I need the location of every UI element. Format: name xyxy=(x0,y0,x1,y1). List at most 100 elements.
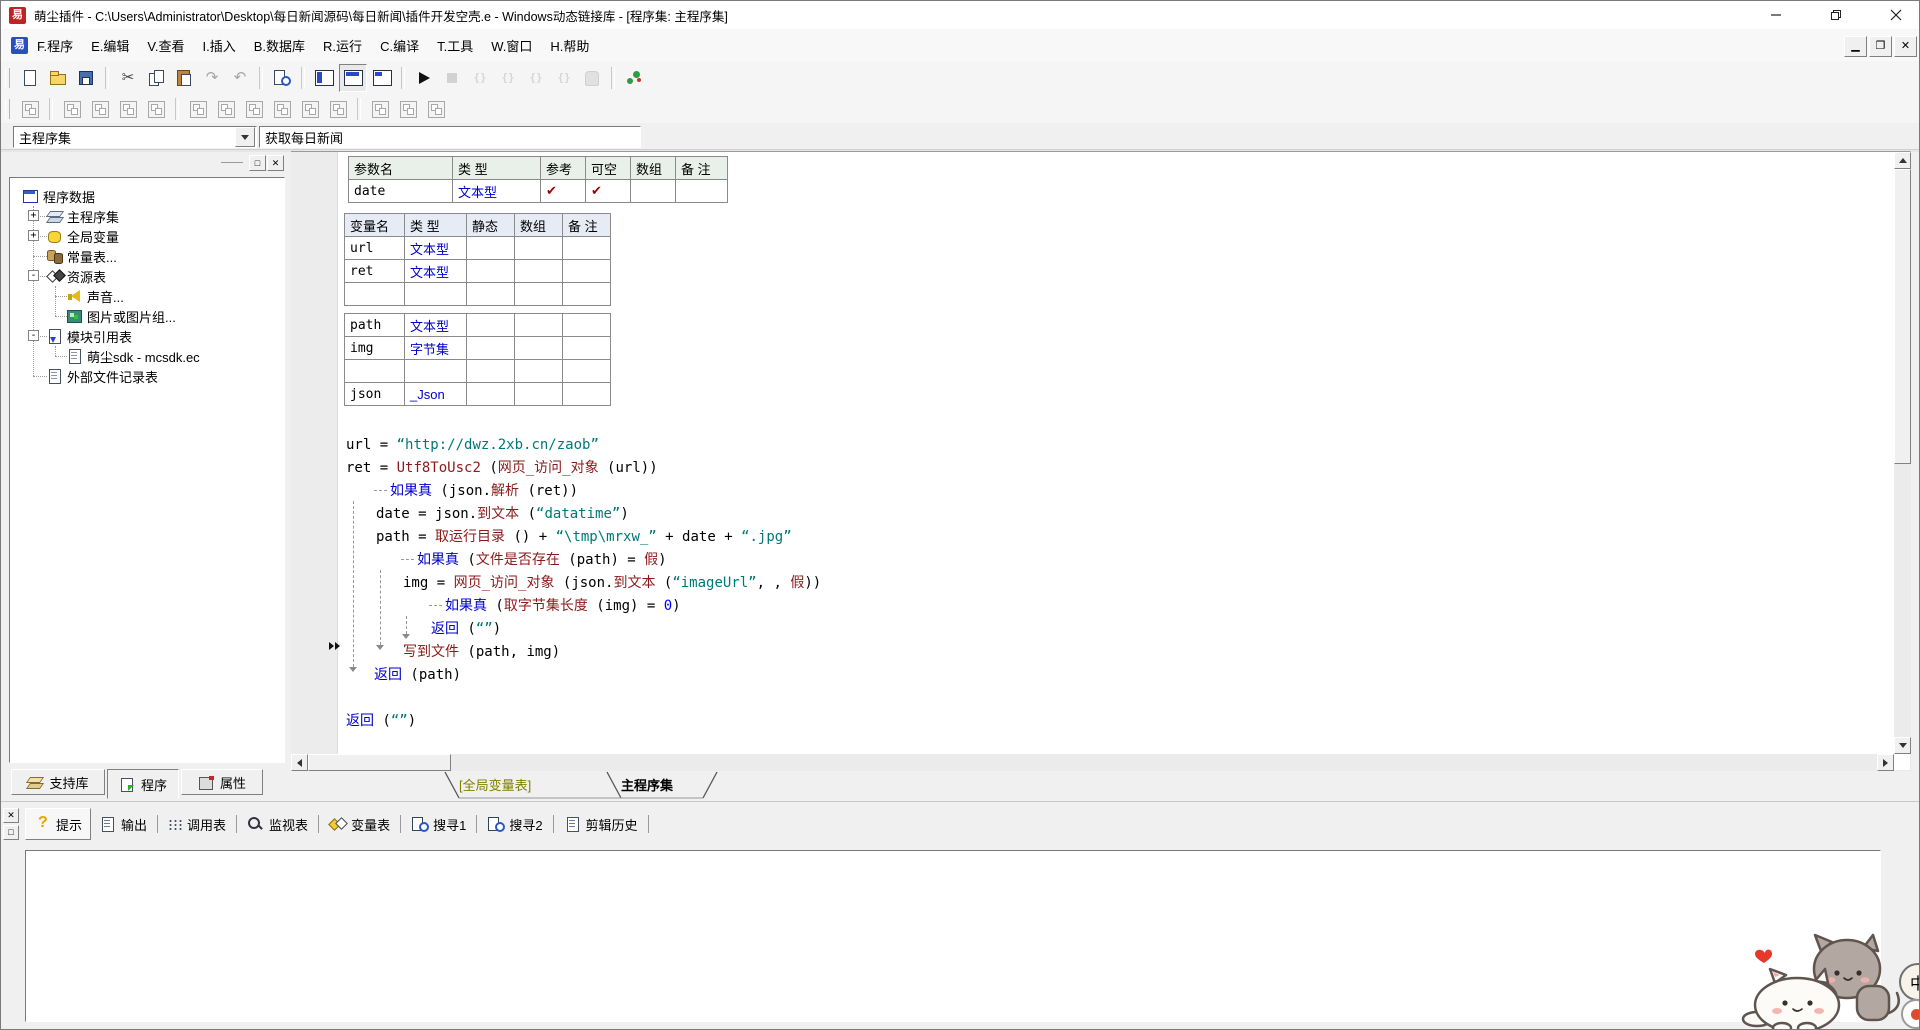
table-cell[interactable] xyxy=(563,260,611,283)
table-cell[interactable] xyxy=(631,180,676,203)
table-cell[interactable] xyxy=(345,283,405,306)
dock-tab-变量表[interactable]: 变量表 xyxy=(321,811,398,837)
code-line-2[interactable]: ret = Utf8ToUsc2 (网页_访问_对象 (url)) xyxy=(346,457,658,480)
table-cell[interactable] xyxy=(515,237,563,260)
table-cell[interactable]: ✔ xyxy=(586,180,631,203)
menu-B.数据库[interactable]: B.数据库 xyxy=(245,36,314,57)
table-cell[interactable] xyxy=(467,237,515,260)
dock-tab-监视表[interactable]: 监视表 xyxy=(239,811,316,837)
tab-properties[interactable]: 属性 xyxy=(181,769,263,795)
project-tree[interactable]: 程序数据+主程序集+全局变量常量表...-资源表声音...图片或图片组...-模… xyxy=(9,177,285,763)
table-cell[interactable]: ✔ xyxy=(541,180,586,203)
open-file-button[interactable] xyxy=(45,65,71,91)
table-cell[interactable] xyxy=(405,360,467,383)
code-line-9[interactable]: 返回 (“”) xyxy=(431,618,501,641)
menu-E.编辑[interactable]: E.编辑 xyxy=(82,36,138,57)
scroll-up-button[interactable] xyxy=(1894,152,1911,169)
find-button[interactable] xyxy=(269,65,295,91)
table-cell[interactable] xyxy=(467,383,515,406)
code-line-3[interactable]: 如果真 (json.解析 (ret)) xyxy=(374,480,578,503)
menu-F.程序[interactable]: F.程序 xyxy=(28,36,82,57)
table-cell[interactable]: 文本型 xyxy=(405,237,467,260)
table-cell[interactable] xyxy=(405,283,467,306)
code-line-5[interactable]: path = 取运行目录 () + “\tmp\mrxw_” + date + … xyxy=(376,526,792,549)
table-cell[interactable] xyxy=(515,314,563,337)
menu-T.工具[interactable]: T.工具 xyxy=(428,36,482,57)
dock-tab-搜寻2[interactable]: 搜寻2 xyxy=(479,811,550,837)
table-cell[interactable] xyxy=(515,260,563,283)
tree-item-模块引用表[interactable]: -模块引用表 xyxy=(10,326,284,346)
expand-plus-icon[interactable]: + xyxy=(28,210,39,221)
table-cell[interactable]: 字节集 xyxy=(405,337,467,360)
menu-C.编译[interactable]: C.编译 xyxy=(371,36,428,57)
toolbar-grip[interactable] xyxy=(5,68,10,88)
panel-drag-handle[interactable] xyxy=(221,162,243,163)
table-cell[interactable] xyxy=(563,337,611,360)
table-cell[interactable]: 文本型 xyxy=(453,180,541,203)
menu-I.插入[interactable]: I.插入 xyxy=(194,36,245,57)
table-cell[interactable] xyxy=(515,383,563,406)
table-cell[interactable]: json xyxy=(345,383,405,406)
table-cell[interactable]: 文本型 xyxy=(405,260,467,283)
table-cell[interactable]: img xyxy=(345,337,405,360)
tree-item-资源表[interactable]: -资源表 xyxy=(10,266,284,286)
tree-item-全局变量[interactable]: +全局变量 xyxy=(10,226,284,246)
table-cell[interactable] xyxy=(345,360,405,383)
panel-close-button[interactable]: ✕ xyxy=(267,155,284,171)
table-cell[interactable] xyxy=(515,337,563,360)
table-cell[interactable] xyxy=(676,180,728,203)
scroll-down-button[interactable] xyxy=(1894,737,1911,754)
layout-vertical-button[interactable] xyxy=(311,65,337,91)
code-line-10[interactable]: 写到文件 (path, img) xyxy=(403,641,560,664)
table-cell[interactable]: url xyxy=(345,237,405,260)
tab-support-library[interactable]: 支持库 xyxy=(11,769,105,795)
mdi-close-button[interactable]: ✕ xyxy=(1894,36,1917,57)
dock-tab-搜寻1[interactable]: 搜寻1 xyxy=(403,811,474,837)
table-cell[interactable] xyxy=(563,237,611,260)
close-button[interactable] xyxy=(1873,1,1919,28)
collapse-minus-icon[interactable]: - xyxy=(28,270,39,281)
layout-horizontal-button[interactable] xyxy=(339,64,367,92)
scroll-right-button[interactable] xyxy=(1877,754,1894,771)
tab-global-variable-table[interactable]: [全局变量表] xyxy=(459,775,531,794)
assembly-combobox[interactable]: 主程序集 xyxy=(13,126,257,148)
table-cell[interactable] xyxy=(515,283,563,306)
tree-item-萌尘sdk - mcsdk.ec[interactable]: 萌尘sdk - mcsdk.ec xyxy=(10,346,284,366)
tree-item-外部文件记录表[interactable]: 外部文件记录表 xyxy=(10,366,284,386)
table-cell[interactable] xyxy=(563,383,611,406)
vertical-scroll-thumb[interactable] xyxy=(1894,169,1911,464)
layout-cascade-button[interactable] xyxy=(369,65,395,91)
save-file-button[interactable] xyxy=(73,65,99,91)
code-line-7[interactable]: img = 网页_访问_对象 (json.到文本 (“imageUrl”, , … xyxy=(403,572,821,595)
copy-button[interactable] xyxy=(143,65,169,91)
horizontal-scrollbar[interactable] xyxy=(291,754,1894,771)
method-combobox[interactable]: 获取每日新闻 xyxy=(259,126,641,148)
code-line-13[interactable]: 返回 (“”) xyxy=(346,710,416,733)
tab-main-assembly[interactable]: 主程序集 xyxy=(621,775,673,794)
code-line-6[interactable]: 如果真 (文件是否存在 (path) = 假) xyxy=(401,549,667,572)
table-cell[interactable]: 文本型 xyxy=(405,314,467,337)
dock-tab-剪辑历史[interactable]: 剪辑历史 xyxy=(556,811,646,837)
tree-item-程序数据[interactable]: 程序数据 xyxy=(10,186,284,206)
cut-button[interactable]: ✂ xyxy=(115,65,141,91)
menu-R.运行[interactable]: R.运行 xyxy=(314,36,371,57)
toolbar-grip[interactable] xyxy=(5,99,10,119)
scroll-left-button[interactable] xyxy=(291,754,308,771)
table-cell[interactable]: path xyxy=(345,314,405,337)
tree-item-声音...[interactable]: 声音... xyxy=(10,286,284,306)
assembly-combobox-dropdown-button[interactable] xyxy=(235,127,255,147)
code-line-8[interactable]: 如果真 (取字节集长度 (img) = 0) xyxy=(429,595,681,618)
table-cell[interactable] xyxy=(467,360,515,383)
horizontal-scroll-thumb[interactable] xyxy=(308,754,451,771)
dock-tab-输出[interactable]: 输出 xyxy=(91,811,155,837)
paste-button[interactable] xyxy=(171,65,197,91)
table-cell[interactable] xyxy=(467,283,515,306)
table-cell[interactable] xyxy=(467,314,515,337)
collapse-minus-icon[interactable]: - xyxy=(28,330,39,341)
table-cell[interactable] xyxy=(467,260,515,283)
restore-button[interactable] xyxy=(1813,1,1859,28)
menu-W.窗口[interactable]: W.窗口 xyxy=(482,36,541,57)
table-cell[interactable]: date xyxy=(349,180,453,203)
tree-item-常量表...[interactable]: 常量表... xyxy=(10,246,284,266)
vertical-scrollbar[interactable] xyxy=(1894,152,1911,754)
